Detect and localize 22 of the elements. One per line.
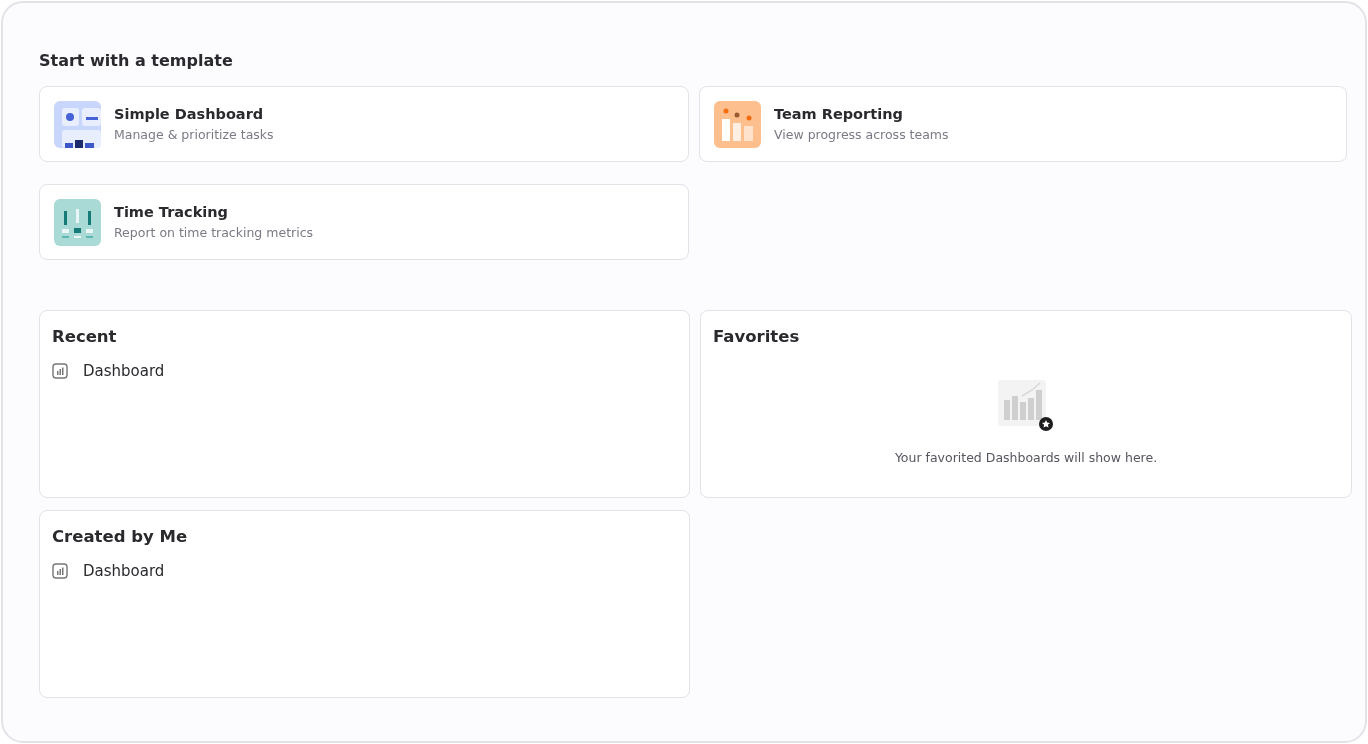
template-card[interactable]: Team Reporting View progress across teams: [699, 86, 1347, 162]
empty-state-message: Your favorited Dashboards will show here.: [894, 450, 1158, 465]
dashboard-thumbnail-icon: [54, 100, 101, 148]
template-card[interactable]: Simple Dashboard Manage & prioritize tasks: [39, 86, 689, 162]
dashboard-link[interactable]: Dashboard: [52, 360, 165, 382]
panel-title: Created by Me: [52, 527, 189, 546]
chart-icon: [52, 363, 68, 379]
chart-icon: [52, 563, 68, 579]
template-card[interactable]: Time Tracking Report on time tracking metrics: [39, 184, 689, 260]
sliders-thumbnail-icon: [54, 198, 101, 246]
template-description: Report on time tracking metrics: [114, 225, 314, 240]
dashboard-link[interactable]: Dashboard: [52, 560, 165, 582]
panel-title: Recent: [52, 327, 118, 346]
template-description: View progress across teams: [774, 127, 949, 142]
panel-title: Favorites: [713, 327, 801, 346]
template-description: Manage & prioritize tasks: [114, 127, 274, 142]
bar-chart-thumbnail-icon: [714, 100, 761, 148]
section-heading: Start with a template: [39, 51, 234, 70]
template-title: Simple Dashboard: [114, 106, 265, 122]
template-title: Time Tracking: [114, 204, 229, 220]
template-title: Team Reporting: [774, 106, 904, 122]
chart-with-star-illustration: [996, 378, 1056, 434]
